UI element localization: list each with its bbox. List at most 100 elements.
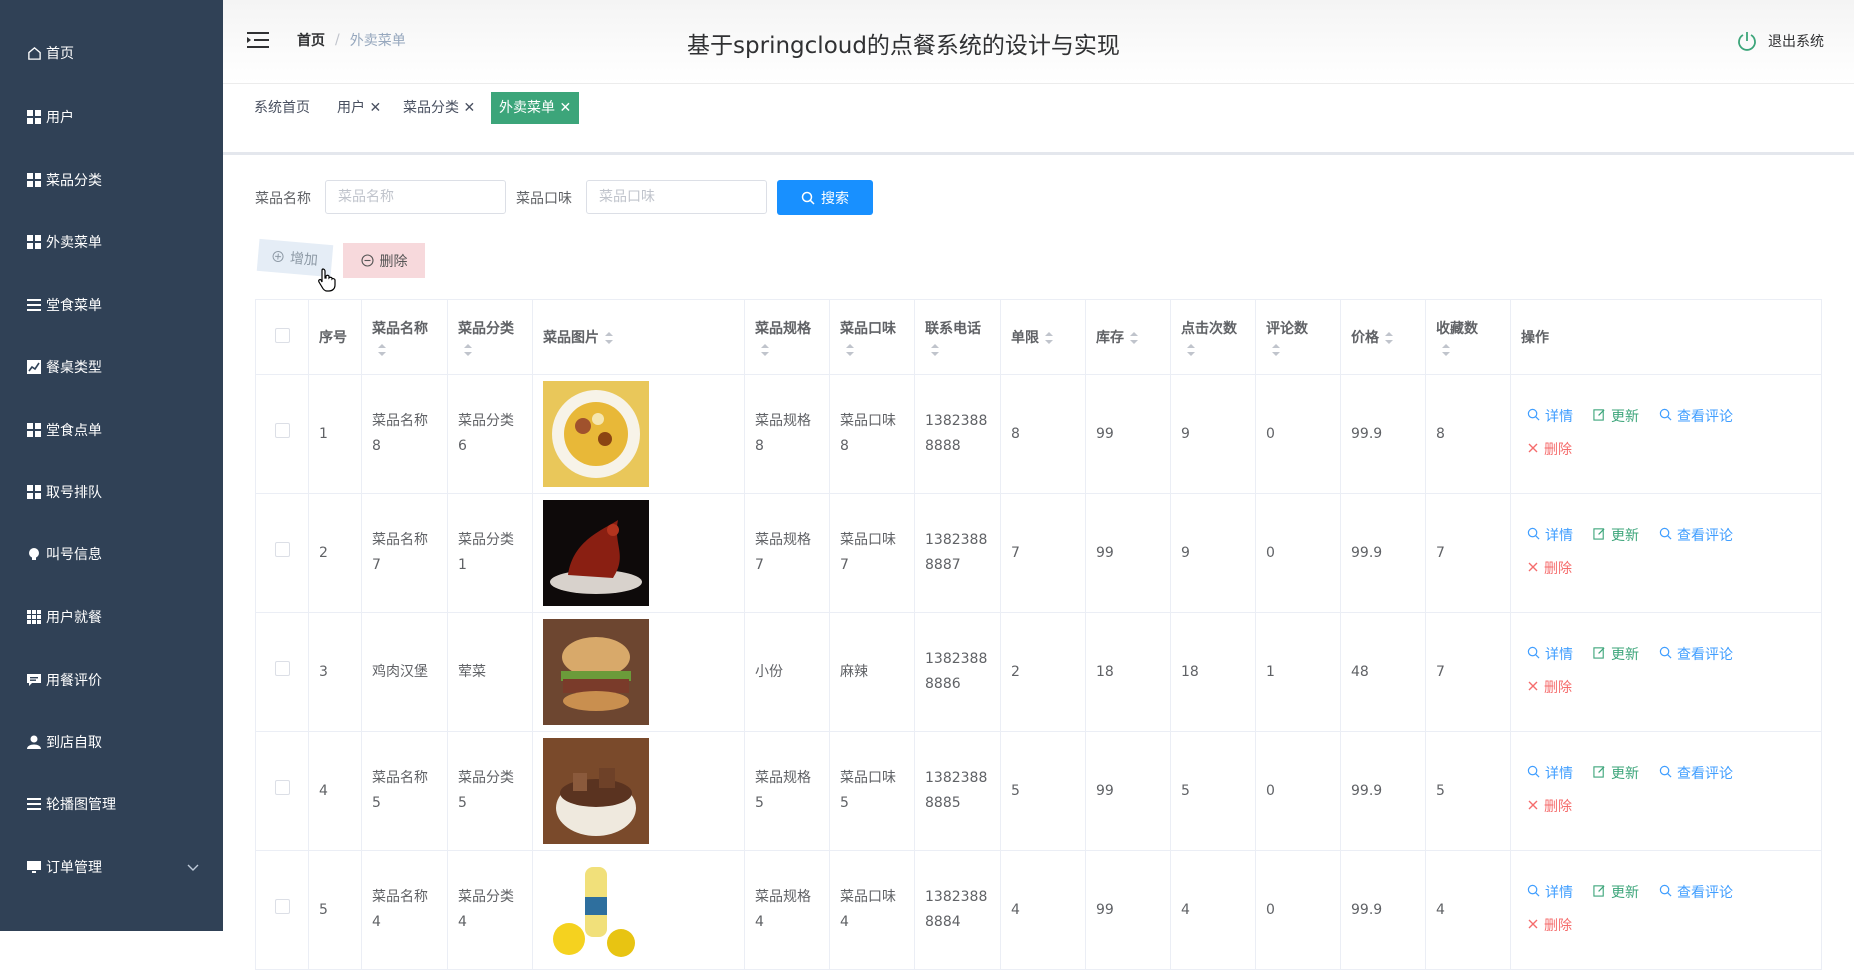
col-header-phone[interactable]: 联系电话 (925, 321, 981, 337)
row-dish-category: 菜品分类 5 (458, 770, 514, 811)
sidebar-item-call-info[interactable]: 叫号信息 (0, 529, 223, 579)
sort-icon[interactable] (1187, 344, 1195, 356)
sidebar-item-table-type[interactable]: 餐桌类型 (0, 342, 223, 392)
detail-button[interactable]: 详情 (1527, 401, 1573, 434)
sort-icon[interactable] (1272, 344, 1280, 356)
row-price: 99.9 (1351, 782, 1383, 799)
row-delete-button[interactable]: 删除 (1527, 791, 1572, 824)
sort-icon[interactable] (1045, 332, 1053, 344)
update-button[interactable]: 更新 (1593, 639, 1639, 672)
row-phone: 1382388 8884 (925, 889, 988, 930)
sidebar-item-home[interactable]: 首页 (0, 28, 223, 78)
row-price: 48 (1351, 663, 1369, 680)
row-comments: 1 (1266, 663, 1275, 680)
detail-button[interactable]: 详情 (1527, 520, 1573, 553)
row-limit: 2 (1011, 663, 1020, 680)
row-dish-spec: 菜品规格 7 (755, 532, 811, 573)
detail-button[interactable]: 详情 (1527, 639, 1573, 672)
sort-icon[interactable] (761, 344, 769, 356)
list-icon (26, 297, 42, 313)
sort-icon[interactable] (1442, 344, 1450, 356)
sidebar-item-dining-review[interactable]: 用餐评价 (0, 655, 223, 705)
row-dish-category: 菜品分类 1 (458, 532, 514, 573)
row-checkbox[interactable] (274, 541, 290, 557)
row-checkbox[interactable] (274, 779, 290, 795)
grid-icon (26, 422, 42, 438)
sidebar-item-label: 订单管理 (46, 860, 102, 876)
dish-taste-input[interactable]: 菜品口味 (586, 180, 767, 214)
row-checkbox[interactable] (274, 660, 290, 676)
batch-delete-button[interactable]: 删除 (343, 243, 425, 278)
edit-icon (1593, 877, 1611, 910)
col-header-category[interactable]: 菜品分类 (458, 321, 514, 337)
col-header-favorites[interactable]: 收藏数 (1436, 321, 1478, 337)
row-phone: 1382388 8888 (925, 413, 988, 454)
col-header-comments[interactable]: 评论数 (1266, 321, 1308, 337)
tag-dish-category[interactable]: 菜品分类 ✕ (403, 92, 475, 124)
row-delete-button[interactable]: 删除 (1527, 672, 1572, 705)
select-all-checkbox[interactable] (274, 327, 290, 343)
sort-icon[interactable] (605, 332, 613, 344)
col-header-clicks[interactable]: 点击次数 (1181, 321, 1237, 337)
logout-button[interactable]: 退出系统 (1736, 30, 1824, 52)
close-icon (1527, 672, 1544, 705)
sort-icon[interactable] (464, 344, 472, 356)
row-dish-spec: 菜品规格 5 (755, 770, 811, 811)
row-delete-button[interactable]: 删除 (1527, 910, 1572, 943)
update-button[interactable]: 更新 (1593, 877, 1639, 910)
col-header-image[interactable]: 菜品图片 (543, 330, 599, 346)
update-button[interactable]: 更新 (1593, 520, 1639, 553)
col-header-name[interactable]: 菜品名称 (372, 321, 428, 337)
sidebar-item-pickup[interactable]: 到店自取 (0, 717, 223, 767)
col-header-price[interactable]: 价格 (1351, 330, 1379, 346)
dish-name-input[interactable]: 菜品名称 (325, 180, 506, 214)
sidebar-item-carousel[interactable]: 轮播图管理 (0, 779, 223, 829)
sort-icon[interactable] (846, 344, 854, 356)
chevron-down-icon[interactable] (187, 860, 199, 876)
sort-icon[interactable] (1130, 332, 1138, 344)
view-reviews-button[interactable]: 查看评论 (1659, 758, 1733, 791)
sidebar-item-orders[interactable]: 订单管理 (0, 842, 223, 892)
col-header-taste[interactable]: 菜品口味 (840, 321, 896, 337)
update-button[interactable]: 更新 (1593, 758, 1639, 791)
view-reviews-button[interactable]: 查看评论 (1659, 877, 1733, 910)
row-checkbox[interactable] (274, 422, 290, 438)
table-row: 5 菜品名称 4 菜品分类 4 菜品规格 4 菜品口味 4 1382388 8884 4 99… (255, 850, 1822, 970)
row-dish-category: 菜品分类 4 (458, 889, 514, 930)
row-delete-button[interactable]: 删除 (1527, 553, 1572, 586)
hand-cursor-icon (318, 268, 336, 296)
view-reviews-button[interactable]: 查看评论 (1659, 639, 1733, 672)
row-clicks: 18 (1181, 663, 1199, 680)
sidebar-item-label: 取号排队 (46, 485, 102, 501)
col-header-spec[interactable]: 菜品规格 (755, 321, 811, 337)
detail-button[interactable]: 详情 (1527, 877, 1573, 910)
update-button[interactable]: 更新 (1593, 401, 1639, 434)
row-comments: 0 (1266, 425, 1275, 442)
sidebar-item-user-dining[interactable]: 用户就餐 (0, 592, 223, 642)
sort-icon[interactable] (378, 344, 386, 356)
sidebar-item-dish-category[interactable]: 菜品分类 (0, 155, 223, 205)
search-taste-label: 菜品口味 (516, 191, 572, 207)
tag-takeout-menu[interactable]: 外卖菜单 ✕ (491, 92, 580, 124)
sidebar-item-label: 用户就餐 (46, 610, 102, 626)
view-reviews-button[interactable]: 查看评论 (1659, 401, 1733, 434)
col-header-stock[interactable]: 库存 (1096, 330, 1124, 346)
col-header-limit[interactable]: 单限 (1011, 330, 1039, 346)
edit-icon (1593, 758, 1611, 791)
sort-icon[interactable] (931, 344, 939, 356)
sidebar-item-dinein-menu[interactable]: 堂食菜单 (0, 280, 223, 330)
col-header-actions: 操作 (1521, 330, 1549, 346)
sidebar-item-dinein-order[interactable]: 堂食点单 (0, 405, 223, 455)
sidebar-item-takeout-menu[interactable]: 外卖菜单 (0, 217, 223, 267)
view-reviews-button[interactable]: 查看评论 (1659, 520, 1733, 553)
row-checkbox[interactable] (274, 898, 290, 914)
row-delete-label: 删除 (1544, 561, 1572, 577)
row-delete-button[interactable]: 删除 (1527, 434, 1572, 467)
detail-button[interactable]: 详情 (1527, 758, 1573, 791)
tag-system-home[interactable]: 系统首页 (254, 92, 310, 124)
sidebar-item-queue[interactable]: 取号排队 (0, 467, 223, 517)
search-button[interactable]: 搜索 (777, 180, 873, 215)
tag-users[interactable]: 用户 ✕ (337, 92, 381, 124)
sort-icon[interactable] (1385, 332, 1393, 344)
sidebar-item-users[interactable]: 用户 (0, 92, 223, 142)
